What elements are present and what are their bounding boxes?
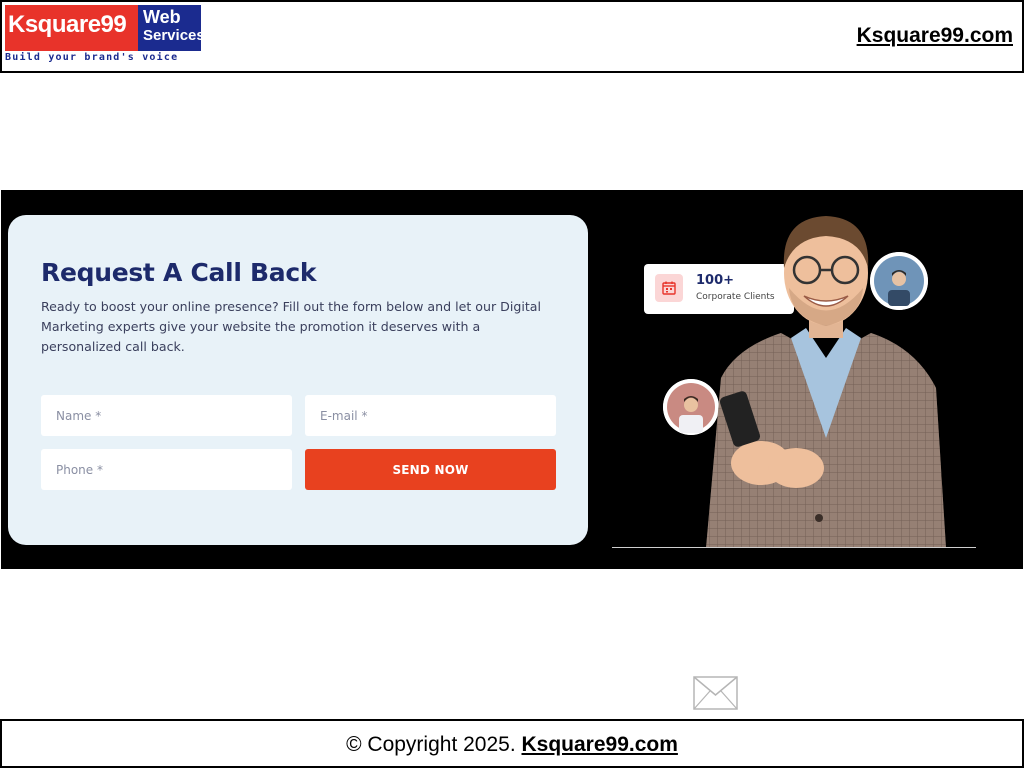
site-footer: © Copyright 2025. Ksquare99.com: [0, 719, 1024, 768]
mail-icon[interactable]: [693, 676, 738, 710]
email-input[interactable]: [305, 395, 556, 436]
banner-divider: [612, 547, 976, 548]
callback-description: Ready to boost your online presence? Fil…: [41, 299, 542, 354]
logo-main-text: Ksquare99: [8, 11, 127, 38]
footer-site-link[interactable]: Ksquare99.com: [522, 733, 678, 756]
send-now-button[interactable]: SEND NOW: [305, 449, 556, 490]
brand-logo[interactable]: Ksquare99 Web Services Build your brand'…: [5, 5, 205, 63]
name-input[interactable]: [41, 395, 292, 436]
calendar-icon: [655, 274, 683, 302]
header-site-link[interactable]: Ksquare99.com: [857, 24, 1013, 48]
callback-title: Request A Call Back: [41, 258, 317, 287]
site-header: Ksquare99 Web Services Build your brand'…: [0, 0, 1024, 73]
footer-copyright: © Copyright 2025. Ksquare99.com: [346, 733, 678, 757]
logo-services-text: Services: [143, 27, 205, 44]
phone-input[interactable]: [41, 449, 292, 490]
logo-tagline: Build your brand's voice: [5, 52, 179, 63]
smiling-man-illustration: [701, 208, 951, 548]
copyright-text: © Copyright 2025.: [346, 733, 522, 756]
callback-banner: Request A Call Back Ready to boost your …: [1, 190, 1023, 569]
logo-blue-block: Web Services: [138, 5, 205, 51]
callback-form-card: Request A Call Back Ready to boost your …: [8, 215, 588, 545]
logo-web-text: Web: [143, 7, 181, 27]
logo-red-block: Ksquare99: [5, 5, 138, 51]
